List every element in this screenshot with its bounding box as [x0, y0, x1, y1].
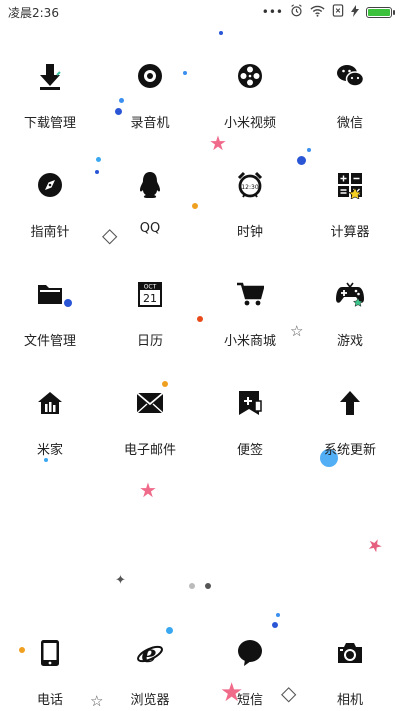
page-dot[interactable]: [189, 583, 195, 589]
app-notes[interactable]: 便签: [200, 367, 300, 476]
wifi-icon: [310, 5, 325, 20]
folder-icon: [30, 274, 70, 314]
app-clock[interactable]: 12:30 时钟: [200, 149, 300, 258]
shopping-cart-icon: [230, 274, 270, 314]
app-messages[interactable]: 短信: [200, 625, 300, 708]
app-label: 浏览器: [130, 693, 170, 708]
mail-icon: [130, 383, 170, 423]
app-label: 日历: [136, 334, 163, 349]
app-label: 文件管理: [23, 334, 76, 349]
app-calendar[interactable]: OCT 21 日历: [100, 258, 200, 367]
app-camera[interactable]: 相机: [300, 625, 400, 708]
alarm-icon: [290, 4, 303, 20]
dock: 电话 e 浏览器 短信 相机: [0, 625, 400, 708]
app-grid: 下载管理 录音机 小米视频 微信 指南针 QQ 12:30 时钟 计算器 文件管…: [0, 40, 400, 476]
message-icon: [230, 633, 270, 673]
app-label: 时钟: [236, 225, 263, 240]
qq-penguin-icon: [130, 165, 170, 205]
app-label: 游戏: [336, 334, 363, 349]
app-label: 计算器: [330, 225, 370, 240]
battery-level: [368, 8, 390, 16]
app-label: 微信: [336, 116, 363, 131]
app-row: 下载管理 录音机 小米视频 微信: [0, 40, 400, 149]
sim-icon: [332, 4, 344, 20]
pink-star-decoration: ★: [363, 533, 386, 559]
app-download-manager[interactable]: 下载管理: [0, 40, 100, 149]
app-row: 文件管理 OCT 21 日历 小米商城 游戏: [0, 258, 400, 367]
browser-icon: e: [130, 633, 170, 673]
gamepad-icon: [330, 274, 370, 314]
status-bar: 凌晨2:36 •••: [0, 0, 400, 24]
app-system-update[interactable]: 系统更新: [300, 367, 400, 476]
app-games[interactable]: 游戏: [300, 258, 400, 367]
battery-icon: [366, 6, 395, 18]
calendar-icon: OCT 21: [130, 274, 170, 314]
app-recorder[interactable]: 录音机: [100, 40, 200, 149]
app-label: 系统更新: [323, 443, 376, 458]
video-reel-icon: [230, 56, 270, 96]
calculator-icon: [330, 165, 370, 205]
app-browser[interactable]: e 浏览器: [100, 625, 200, 708]
page-dot-active[interactable]: [205, 583, 211, 589]
wechat-icon: [330, 56, 370, 96]
app-label: 下载管理: [23, 116, 76, 131]
app-label: 短信: [236, 693, 263, 708]
update-arrow-icon: [330, 383, 370, 423]
alarm-clock-icon: 12:30: [230, 165, 270, 205]
app-phone[interactable]: 电话: [0, 625, 100, 708]
confetti-dot: [276, 613, 280, 617]
app-qq[interactable]: QQ: [100, 149, 200, 258]
app-label: QQ: [139, 221, 161, 236]
page-indicator[interactable]: [0, 583, 400, 589]
app-label: 小米视频: [223, 116, 276, 131]
app-row: 指南针 QQ 12:30 时钟 计算器: [0, 149, 400, 258]
app-label: 米家: [36, 443, 63, 458]
app-label: 小米商城: [223, 334, 276, 349]
pink-star-decoration: ★: [139, 478, 157, 502]
more-dots-icon: •••: [261, 5, 283, 19]
status-time: 凌晨2:36: [8, 5, 59, 20]
status-icons: •••: [261, 4, 395, 20]
charging-icon: [351, 4, 359, 20]
camera-icon: [330, 633, 370, 673]
app-mi-video[interactable]: 小米视频: [200, 40, 300, 149]
app-label: 便签: [236, 443, 263, 458]
app-row: 米家 电子邮件 便签 系统更新: [0, 367, 400, 476]
calendar-day: 21: [143, 292, 157, 305]
app-compass[interactable]: 指南针: [0, 149, 100, 258]
recorder-icon: [130, 56, 170, 96]
confetti-dot: [219, 31, 223, 35]
app-mijia[interactable]: 米家: [0, 367, 100, 476]
compass-icon: [30, 165, 70, 205]
app-email[interactable]: 电子邮件: [100, 367, 200, 476]
phone-icon: [30, 633, 70, 673]
app-label: 相机: [336, 693, 363, 708]
notes-icon: [230, 383, 270, 423]
app-calculator[interactable]: 计算器: [300, 149, 400, 258]
calendar-month: OCT: [144, 284, 157, 291]
download-icon: [30, 56, 70, 96]
app-file-manager[interactable]: 文件管理: [0, 258, 100, 367]
app-label: 指南针: [30, 225, 70, 240]
app-label: 录音机: [130, 116, 170, 131]
svg-text:12:30: 12:30: [241, 184, 258, 191]
app-wechat[interactable]: 微信: [300, 40, 400, 149]
smart-home-icon: [30, 383, 70, 423]
app-label: 电子邮件: [123, 443, 176, 458]
app-mi-store[interactable]: 小米商城: [200, 258, 300, 367]
app-label: 电话: [36, 693, 63, 708]
